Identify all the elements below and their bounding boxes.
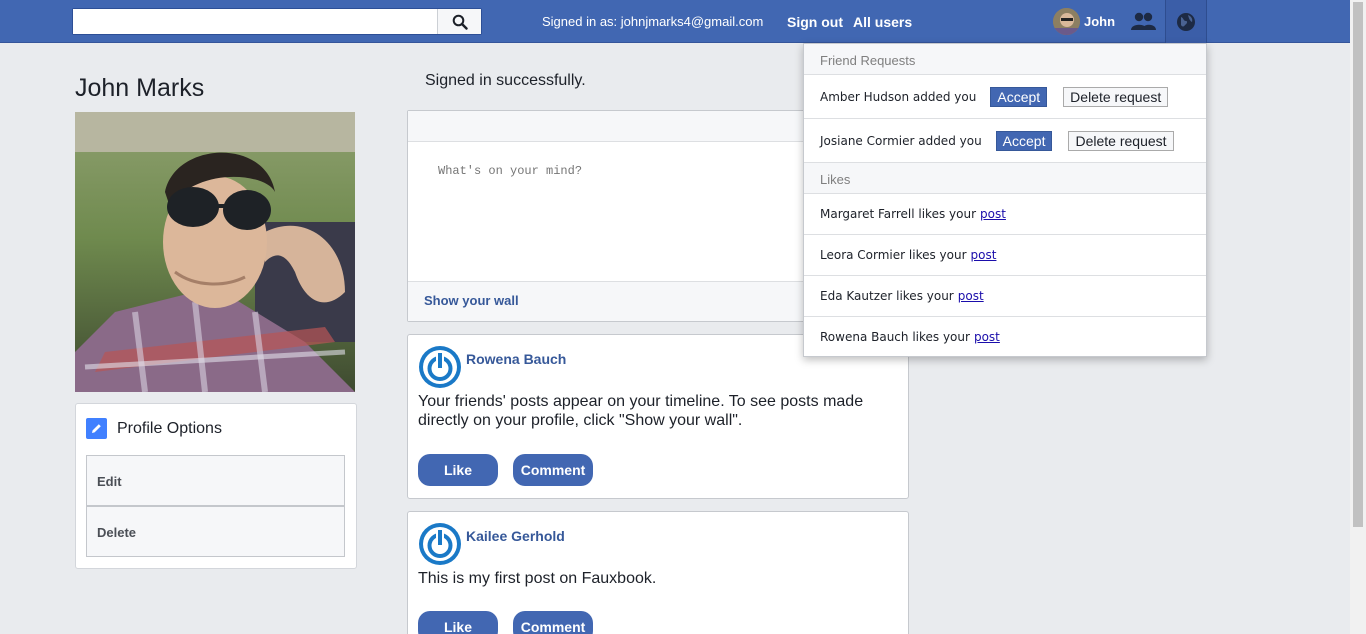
like-button[interactable]: Like	[418, 611, 498, 634]
post-card: Rowena Bauch Your friends' posts appear …	[407, 334, 909, 499]
profile-options-panel: Profile Options Edit Delete	[75, 403, 357, 569]
likes-header: Likes	[804, 163, 1206, 194]
flash-message: Signed in successfully.	[425, 72, 586, 89]
edit-profile-button[interactable]: Edit	[86, 455, 345, 506]
search-box	[72, 8, 482, 35]
profile-options-title: Profile Options	[117, 419, 222, 437]
like-text: Leora Cormier likes your	[820, 248, 967, 262]
scrollbar-thumb[interactable]	[1353, 2, 1363, 527]
globe-icon	[1177, 12, 1195, 31]
comment-button[interactable]: Comment	[513, 454, 593, 486]
avatar	[1053, 8, 1080, 35]
power-icon	[419, 346, 461, 388]
profile-photo	[75, 112, 355, 392]
friend-request-text: Amber Hudson added you	[820, 89, 977, 104]
profile-name: John Marks	[75, 74, 205, 102]
post-link[interactable]: post	[980, 207, 1006, 221]
all-users-link[interactable]: All users	[853, 14, 912, 30]
like-notification-item: Leora Cormier likes your post	[804, 235, 1206, 276]
search-button[interactable]	[437, 9, 481, 34]
pencil-icon	[86, 418, 107, 439]
accept-button[interactable]: Accept	[990, 86, 1048, 107]
post-body: This is my first post on Fauxbook.	[418, 570, 657, 587]
post-author[interactable]: Rowena Bauch	[466, 351, 566, 367]
delete-request-button[interactable]: Delete request	[1068, 130, 1174, 151]
like-notification-item: Margaret Farrell likes your post	[804, 194, 1206, 235]
friends-button[interactable]	[1130, 11, 1156, 36]
like-text: Eda Kautzer likes your	[820, 289, 954, 303]
nav-user-name: John	[1084, 14, 1116, 29]
post-link[interactable]: post	[971, 248, 997, 262]
signed-in-label: Signed in as: johnjmarks4@gmail.com	[542, 14, 764, 29]
profile-options-header: Profile Options	[86, 418, 222, 439]
friend-request-item: Josiane Cormier added you Accept Delete …	[804, 119, 1206, 163]
notifications-button[interactable]	[1165, 0, 1207, 43]
power-icon	[419, 523, 461, 565]
page-scrollbar[interactable]	[1350, 0, 1366, 634]
search-input[interactable]	[73, 9, 437, 34]
friend-request-text: Josiane Cormier added you	[820, 133, 982, 148]
top-navbar: Signed in as: johnjmarks4@gmail.com Sign…	[0, 0, 1350, 43]
friend-request-item: Amber Hudson added you Accept Delete req…	[804, 75, 1206, 119]
accept-button[interactable]: Accept	[995, 130, 1053, 151]
like-text: Rowena Bauch likes your	[820, 330, 970, 344]
delete-profile-button[interactable]: Delete	[86, 506, 345, 557]
comment-button[interactable]: Comment	[513, 611, 593, 634]
post-link[interactable]: post	[974, 330, 1000, 344]
like-button[interactable]: Like	[418, 454, 498, 486]
avatar[interactable]	[419, 346, 461, 388]
delete-request-button[interactable]: Delete request	[1063, 86, 1169, 107]
post-card: Kailee Gerhold This is my first post on …	[407, 511, 909, 634]
post-author[interactable]: Kailee Gerhold	[466, 528, 565, 544]
post-body: Your friends' posts appear on your timel…	[418, 393, 864, 429]
post-link[interactable]: post	[958, 289, 984, 303]
friend-requests-header: Friend Requests	[804, 44, 1206, 75]
sign-out-link[interactable]: Sign out	[787, 14, 843, 30]
friends-icon	[1131, 12, 1156, 30]
nav-profile-link[interactable]: John	[1053, 8, 1115, 35]
search-icon	[452, 14, 468, 30]
avatar[interactable]	[419, 523, 461, 565]
notifications-dropdown: Friend Requests Amber Hudson added you A…	[803, 43, 1207, 357]
like-notification-item: Rowena Bauch likes your post	[804, 317, 1206, 357]
like-text: Margaret Farrell likes your	[820, 207, 977, 221]
like-notification-item: Eda Kautzer likes your post	[804, 276, 1206, 317]
